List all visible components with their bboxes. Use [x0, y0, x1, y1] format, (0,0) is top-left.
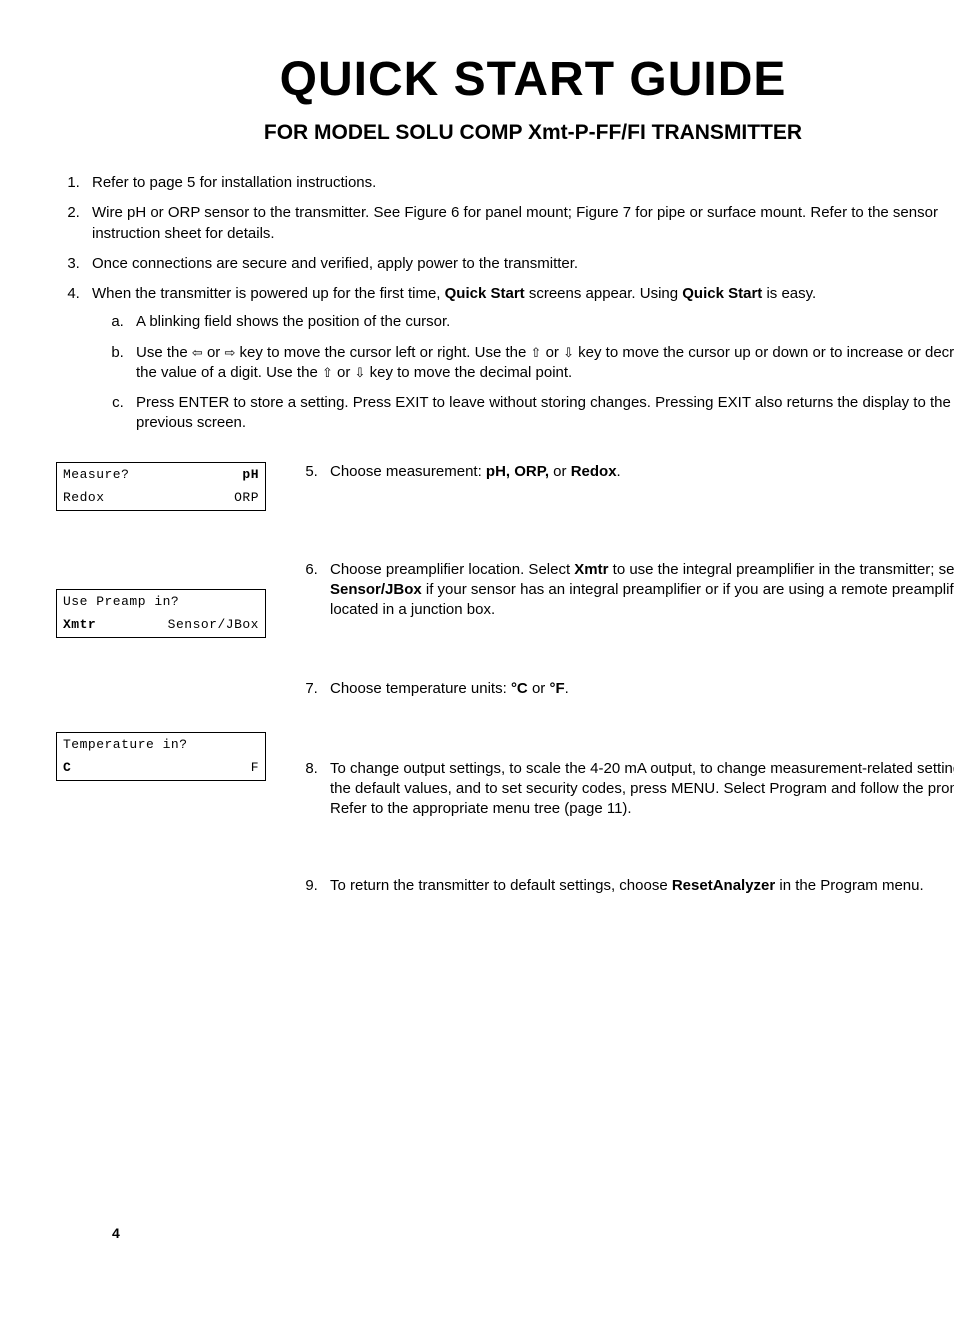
arrow-right-icon: ⇨ [224, 345, 235, 360]
text: . [617, 463, 621, 480]
text: Choose preamplifier location. Select [330, 561, 574, 578]
bold-text: pH, ORP, [486, 463, 549, 480]
text: key to move the decimal point. [365, 364, 572, 381]
text: or [541, 344, 563, 361]
text: in the Program menu. [775, 877, 923, 894]
text: key to move the cursor left or right. Us… [235, 344, 530, 361]
bold-text: Quick Start [445, 285, 525, 302]
lcd-text-selected: C [63, 758, 71, 778]
bold-text: °F [549, 680, 564, 697]
bold-text: Redox [571, 463, 617, 480]
lcd-text: Measure? [63, 465, 129, 485]
lcd-text: Redox [63, 488, 105, 508]
text: . [565, 680, 569, 697]
right-ordered-list: Choose measurement: pH, ORP, or Redox. C… [294, 462, 954, 896]
page-title: QUICK START GUIDE [56, 48, 954, 113]
bold-text: Sensor/JBox [330, 581, 422, 598]
text: if your sensor has an integral preamplif… [330, 581, 954, 618]
list-item: Once connections are secure and verified… [84, 254, 954, 274]
list-item: Press ENTER to store a setting. Press EX… [128, 393, 954, 434]
lcd-screen-measure: Measure? pH Redox ORP [56, 462, 266, 511]
text: or [549, 463, 571, 480]
text: or [528, 680, 550, 697]
left-column: Measure? pH Redox ORP Use Preamp in? Xmt… [56, 462, 266, 896]
right-column: Choose measurement: pH, ORP, or Redox. C… [294, 462, 954, 896]
lcd-text: Sensor/JBox [168, 615, 259, 635]
text: To return the transmitter to default set… [330, 877, 672, 894]
text: When the transmitter is powered up for t… [92, 285, 445, 302]
sub-ordered-list: A blinking field shows the position of t… [92, 312, 954, 433]
text: or [203, 344, 225, 361]
text: Choose temperature units: [330, 680, 511, 697]
list-item: Choose measurement: pH, ORP, or Redox. [322, 462, 954, 482]
arrow-up-icon: ⇧ [322, 365, 333, 380]
page-subtitle: FOR MODEL SOLU COMP Xmt-P-FF/FI TRANSMIT… [56, 119, 954, 147]
arrow-down-icon: ⇩ [563, 345, 574, 360]
arrow-left-icon: ⇦ [192, 345, 203, 360]
lcd-text-selected: Xmtr [63, 615, 96, 635]
lcd-screen-temperature: Temperature in? C F [56, 732, 266, 781]
list-item: Wire pH or ORP sensor to the transmitter… [84, 203, 954, 244]
bold-text: °C [511, 680, 528, 697]
list-item: Refer to page 5 for installation instruc… [84, 173, 954, 193]
text: screens appear. Using [525, 285, 683, 302]
lcd-text: ORP [234, 488, 259, 508]
lcd-text-selected: pH [242, 465, 259, 485]
list-item: To return the transmitter to default set… [322, 876, 954, 896]
list-item: A blinking field shows the position of t… [128, 312, 954, 332]
bold-text: ResetAnalyzer [672, 877, 775, 894]
list-item: To change output settings, to scale the … [322, 759, 954, 820]
text: Choose measurement: [330, 463, 486, 480]
text: is easy. [762, 285, 816, 302]
list-item: Choose preamplifier location. Select Xmt… [322, 560, 954, 621]
list-item: When the transmitter is powered up for t… [84, 284, 954, 434]
text: or [333, 364, 355, 381]
arrow-down-icon: ⇩ [355, 365, 366, 380]
bold-text: Xmtr [574, 561, 608, 578]
lcd-text: Use Preamp in? [63, 592, 179, 612]
list-item: Use the ⇦ or ⇨ key to move the cursor le… [128, 343, 954, 384]
lcd-screen-preamp: Use Preamp in? Xmtr Sensor/JBox [56, 589, 266, 638]
text: Use the [136, 344, 192, 361]
page-number: 4 [112, 1224, 120, 1243]
lcd-text: Temperature in? [63, 735, 188, 755]
list-item: Choose temperature units: °C or °F. [322, 679, 954, 699]
bold-text: Quick Start [682, 285, 762, 302]
arrow-up-icon: ⇧ [531, 345, 542, 360]
two-column-section: Measure? pH Redox ORP Use Preamp in? Xmt… [56, 462, 954, 896]
lcd-text: F [251, 758, 259, 778]
main-ordered-list: Refer to page 5 for installation instruc… [56, 173, 954, 434]
text: to use the integral preamplifier in the … [608, 561, 954, 578]
